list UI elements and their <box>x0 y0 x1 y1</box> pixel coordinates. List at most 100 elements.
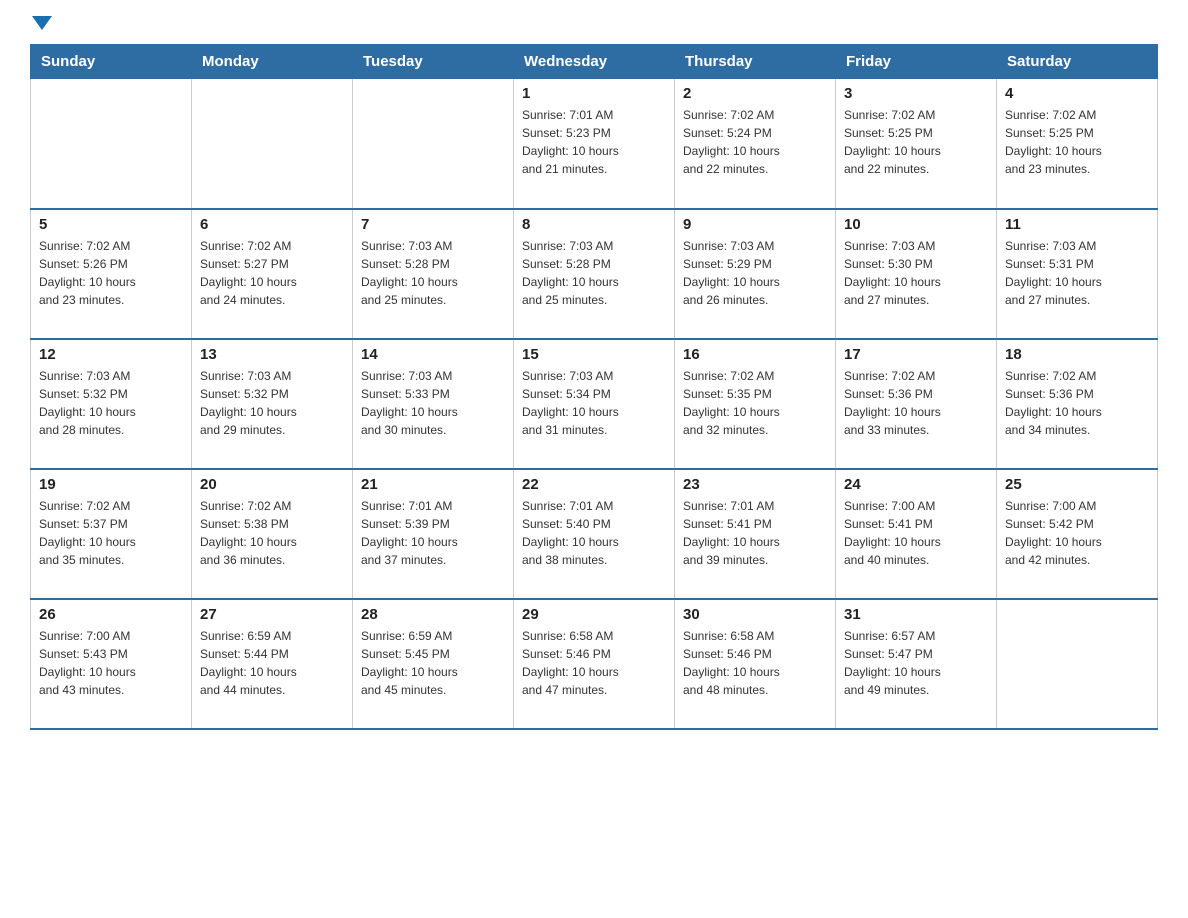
day-info: Sunrise: 7:03 AM Sunset: 5:28 PM Dayligh… <box>522 237 666 309</box>
day-number: 7 <box>361 216 505 233</box>
day-number: 27 <box>200 606 344 623</box>
day-number: 8 <box>522 216 666 233</box>
calendar-header-cell: Thursday <box>675 45 836 79</box>
logo <box>30 20 52 34</box>
day-number: 25 <box>1005 476 1149 493</box>
day-info: Sunrise: 6:59 AM Sunset: 5:45 PM Dayligh… <box>361 627 505 699</box>
calendar-day-cell: 17 Sunrise: 7:02 AM Sunset: 5:36 PM Dayli… <box>836 339 997 469</box>
calendar-day-cell: 9 Sunrise: 7:03 AM Sunset: 5:29 PM Daylig… <box>675 209 836 339</box>
calendar-day-cell: 25Sunrise: 7:00 AM Sunset: 5:42 PM Dayli… <box>997 469 1158 599</box>
calendar-day-cell: 15 Sunrise: 7:03 AM Sunset: 5:34 PM Dayli… <box>514 339 675 469</box>
day-info: Sunrise: 7:02 AM Sunset: 5:24 PM Dayligh… <box>683 106 827 178</box>
day-info: Sunrise: 6:58 AM Sunset: 5:46 PM Dayligh… <box>522 627 666 699</box>
day-info: Sunrise: 7:02 AM Sunset: 5:25 PM Dayligh… <box>1005 106 1149 178</box>
day-number: 13 <box>200 346 344 363</box>
day-info: Sunrise: 7:00 AM Sunset: 5:41 PM Dayligh… <box>844 497 988 569</box>
day-number: 2 <box>683 85 827 102</box>
calendar-header-row: SundayMondayTuesdayWednesdayThursdayFrid… <box>31 45 1158 79</box>
day-info: Sunrise: 7:03 AM Sunset: 5:33 PM Dayligh… <box>361 367 505 439</box>
calendar-header-cell: Friday <box>836 45 997 79</box>
day-info: Sunrise: 7:02 AM Sunset: 5:25 PM Dayligh… <box>844 106 988 178</box>
day-number: 21 <box>361 476 505 493</box>
day-number: 15 <box>522 346 666 363</box>
day-number: 18 <box>1005 346 1149 363</box>
day-info: Sunrise: 7:01 AM Sunset: 5:23 PM Dayligh… <box>522 106 666 178</box>
calendar-day-cell: 3 Sunrise: 7:02 AM Sunset: 5:25 PM Daylig… <box>836 79 997 209</box>
calendar-day-cell: 21Sunrise: 7:01 AM Sunset: 5:39 PM Dayli… <box>353 469 514 599</box>
day-info: Sunrise: 7:02 AM Sunset: 5:36 PM Dayligh… <box>844 367 988 439</box>
calendar-day-cell: 26Sunrise: 7:00 AM Sunset: 5:43 PM Dayli… <box>31 599 192 729</box>
day-info: Sunrise: 7:01 AM Sunset: 5:40 PM Dayligh… <box>522 497 666 569</box>
calendar-day-cell: 4 Sunrise: 7:02 AM Sunset: 5:25 PM Daylig… <box>997 79 1158 209</box>
calendar-day-cell: 13Sunrise: 7:03 AM Sunset: 5:32 PM Dayli… <box>192 339 353 469</box>
calendar: SundayMondayTuesdayWednesdayThursdayFrid… <box>30 44 1158 730</box>
calendar-day-cell: 22 Sunrise: 7:01 AM Sunset: 5:40 PM Dayli… <box>514 469 675 599</box>
calendar-day-cell: 16 Sunrise: 7:02 AM Sunset: 5:35 PM Dayli… <box>675 339 836 469</box>
day-number: 6 <box>200 216 344 233</box>
calendar-header: SundayMondayTuesdayWednesdayThursdayFrid… <box>31 45 1158 79</box>
day-info: Sunrise: 6:57 AM Sunset: 5:47 PM Dayligh… <box>844 627 988 699</box>
calendar-day-cell: 29 Sunrise: 6:58 AM Sunset: 5:46 PM Dayli… <box>514 599 675 729</box>
day-number: 5 <box>39 216 183 233</box>
day-number: 16 <box>683 346 827 363</box>
calendar-body: 1 Sunrise: 7:01 AM Sunset: 5:23 PM Daylig… <box>31 79 1158 729</box>
calendar-day-cell <box>31 79 192 209</box>
calendar-day-cell: 18 Sunrise: 7:02 AM Sunset: 5:36 PM Dayli… <box>997 339 1158 469</box>
calendar-day-cell: 20 Sunrise: 7:02 AM Sunset: 5:38 PM Dayli… <box>192 469 353 599</box>
day-number: 14 <box>361 346 505 363</box>
day-info: Sunrise: 7:02 AM Sunset: 5:26 PM Dayligh… <box>39 237 183 309</box>
day-number: 12 <box>39 346 183 363</box>
day-info: Sunrise: 7:03 AM Sunset: 5:29 PM Dayligh… <box>683 237 827 309</box>
calendar-week-row: 26Sunrise: 7:00 AM Sunset: 5:43 PM Dayli… <box>31 599 1158 729</box>
day-info: Sunrise: 7:03 AM Sunset: 5:34 PM Dayligh… <box>522 367 666 439</box>
day-number: 19 <box>39 476 183 493</box>
day-number: 24 <box>844 476 988 493</box>
calendar-header-cell: Saturday <box>997 45 1158 79</box>
page-header <box>30 20 1158 34</box>
day-number: 31 <box>844 606 988 623</box>
day-info: Sunrise: 7:02 AM Sunset: 5:35 PM Dayligh… <box>683 367 827 439</box>
calendar-day-cell: 24 Sunrise: 7:00 AM Sunset: 5:41 PM Dayli… <box>836 469 997 599</box>
day-info: Sunrise: 7:02 AM Sunset: 5:37 PM Dayligh… <box>39 497 183 569</box>
logo-triangle-icon <box>32 16 52 30</box>
day-number: 9 <box>683 216 827 233</box>
calendar-header-cell: Tuesday <box>353 45 514 79</box>
calendar-day-cell: 1 Sunrise: 7:01 AM Sunset: 5:23 PM Daylig… <box>514 79 675 209</box>
calendar-day-cell: 30Sunrise: 6:58 AM Sunset: 5:46 PM Dayli… <box>675 599 836 729</box>
calendar-day-cell: 7 Sunrise: 7:03 AM Sunset: 5:28 PM Daylig… <box>353 209 514 339</box>
day-number: 28 <box>361 606 505 623</box>
calendar-day-cell: 31 Sunrise: 6:57 AM Sunset: 5:47 PM Dayli… <box>836 599 997 729</box>
calendar-header-cell: Wednesday <box>514 45 675 79</box>
calendar-day-cell <box>192 79 353 209</box>
day-info: Sunrise: 6:58 AM Sunset: 5:46 PM Dayligh… <box>683 627 827 699</box>
calendar-day-cell: 14 Sunrise: 7:03 AM Sunset: 5:33 PM Dayli… <box>353 339 514 469</box>
calendar-day-cell: 27 Sunrise: 6:59 AM Sunset: 5:44 PM Dayli… <box>192 599 353 729</box>
calendar-day-cell: 5 Sunrise: 7:02 AM Sunset: 5:26 PM Daylig… <box>31 209 192 339</box>
calendar-day-cell: 2 Sunrise: 7:02 AM Sunset: 5:24 PM Daylig… <box>675 79 836 209</box>
calendar-week-row: 1 Sunrise: 7:01 AM Sunset: 5:23 PM Daylig… <box>31 79 1158 209</box>
day-info: Sunrise: 7:02 AM Sunset: 5:36 PM Dayligh… <box>1005 367 1149 439</box>
calendar-day-cell: 23Sunrise: 7:01 AM Sunset: 5:41 PM Dayli… <box>675 469 836 599</box>
calendar-day-cell: 11Sunrise: 7:03 AM Sunset: 5:31 PM Dayli… <box>997 209 1158 339</box>
calendar-day-cell: 12 Sunrise: 7:03 AM Sunset: 5:32 PM Dayli… <box>31 339 192 469</box>
calendar-header-cell: Monday <box>192 45 353 79</box>
day-number: 20 <box>200 476 344 493</box>
day-number: 17 <box>844 346 988 363</box>
day-info: Sunrise: 6:59 AM Sunset: 5:44 PM Dayligh… <box>200 627 344 699</box>
day-number: 3 <box>844 85 988 102</box>
calendar-day-cell <box>353 79 514 209</box>
calendar-week-row: 5 Sunrise: 7:02 AM Sunset: 5:26 PM Daylig… <box>31 209 1158 339</box>
day-info: Sunrise: 7:02 AM Sunset: 5:27 PM Dayligh… <box>200 237 344 309</box>
day-info: Sunrise: 7:03 AM Sunset: 5:28 PM Dayligh… <box>361 237 505 309</box>
calendar-day-cell: 8 Sunrise: 7:03 AM Sunset: 5:28 PM Daylig… <box>514 209 675 339</box>
day-number: 10 <box>844 216 988 233</box>
day-number: 4 <box>1005 85 1149 102</box>
calendar-day-cell: 6 Sunrise: 7:02 AM Sunset: 5:27 PM Daylig… <box>192 209 353 339</box>
calendar-day-cell: 19 Sunrise: 7:02 AM Sunset: 5:37 PM Dayli… <box>31 469 192 599</box>
day-info: Sunrise: 7:03 AM Sunset: 5:31 PM Dayligh… <box>1005 237 1149 309</box>
day-info: Sunrise: 7:02 AM Sunset: 5:38 PM Dayligh… <box>200 497 344 569</box>
day-number: 1 <box>522 85 666 102</box>
day-info: Sunrise: 7:03 AM Sunset: 5:32 PM Dayligh… <box>39 367 183 439</box>
day-number: 29 <box>522 606 666 623</box>
day-number: 22 <box>522 476 666 493</box>
